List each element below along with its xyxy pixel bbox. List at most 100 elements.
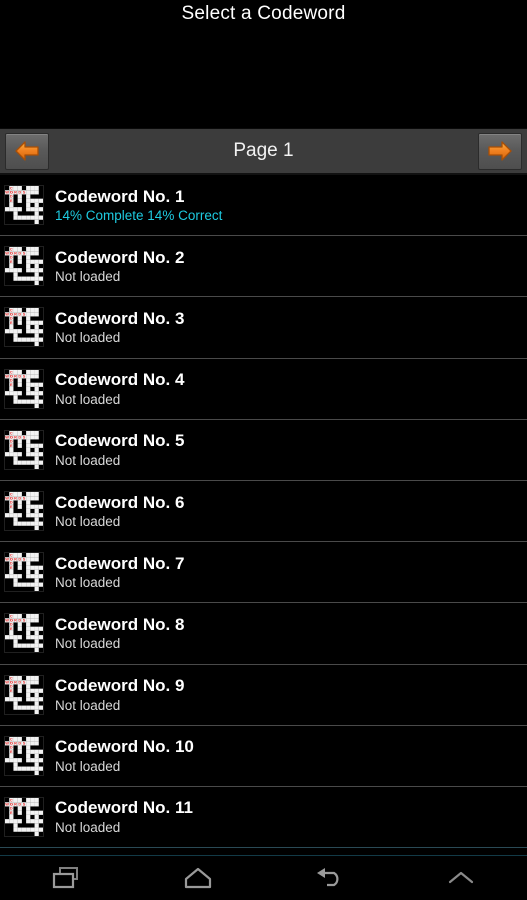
list-item-title: Codeword No. 11	[55, 798, 193, 818]
list-item[interactable]: C O D E W O R D S Codeword No. 1 14% Complete 14% …	[0, 175, 527, 237]
svg-text:E: E	[10, 626, 13, 631]
list-item-text: Codeword No. 2 Not loaded	[55, 248, 184, 285]
svg-text:S: S	[23, 251, 26, 256]
svg-text:S: S	[23, 496, 26, 501]
svg-text:E: E	[10, 198, 13, 203]
list-item-title: Codeword No. 6	[55, 492, 185, 512]
list-item[interactable]: C O D E W O R D S Codeword No. 11 Not loaded	[0, 786, 527, 849]
svg-text:D: D	[18, 557, 21, 562]
svg-text:W: W	[5, 251, 9, 256]
home-button[interactable]	[132, 856, 264, 900]
list-item-title: Codeword No. 3	[55, 308, 185, 328]
list-item[interactable]: C O D E W O R D S Codeword No. 2 Not loaded	[0, 236, 527, 298]
codeword-grid-icon: CODEWORDS	[4, 796, 44, 837]
svg-text:W: W	[5, 434, 9, 439]
codeword-grid-icon: CODEWORDS	[4, 552, 44, 593]
list-item-text: Codeword No. 1 14% Complete 14% Correct	[55, 187, 222, 224]
svg-text:E: E	[10, 443, 13, 448]
svg-text:S: S	[23, 679, 26, 684]
list-item-text: Codeword No. 4 Not loaded	[55, 370, 184, 407]
svg-text:O: O	[10, 496, 13, 501]
list-item-text: Codeword No. 6 Not loaded	[55, 493, 184, 530]
svg-text:R: R	[14, 496, 17, 501]
svg-text:S: S	[23, 312, 26, 317]
codeword-list[interactable]: C O D E W O R D S Codeword No. 1 14% Complete 14% …	[0, 175, 527, 855]
svg-text:O: O	[10, 251, 13, 256]
list-item-status: Not loaded	[55, 452, 121, 468]
svg-text:W: W	[5, 740, 9, 745]
pager-label: Page 1	[233, 140, 294, 161]
list-item[interactable]: C O D E W O R D S Codeword No. 6 Not loaded	[0, 480, 527, 543]
svg-text:D: D	[18, 434, 21, 439]
codeword-grid-icon: CODEWORDS	[4, 429, 44, 470]
svg-text:O: O	[10, 312, 13, 317]
list-item-progress: 14% Complete 14% Correct	[55, 208, 223, 224]
codeword-grid-icon: CODEWORDS	[4, 735, 44, 776]
svg-text:D: D	[18, 190, 21, 195]
list-item-title: Codeword No. 9	[55, 676, 185, 696]
list-item[interactable]: C O D E W O R D S Codeword No. 7 Not loaded	[0, 542, 527, 604]
list-item[interactable]: C O D E W O R D S Codeword No. 4 Not loaded	[0, 358, 527, 420]
list-item-status: Not loaded	[55, 758, 121, 774]
app-root: Select a Codeword Page 1 C O D E W O R D…	[0, 0, 527, 900]
codeword-grid-icon: CODEWORDS	[4, 307, 44, 348]
pager-bar: Page 1	[0, 128, 527, 175]
list-item[interactable]: C O D E W O R D S Codeword No. 8 Not loaded	[0, 603, 527, 665]
list-item-title: Codeword No. 2	[55, 247, 185, 267]
show-menu-button[interactable]	[395, 856, 527, 900]
svg-text:D: D	[18, 373, 21, 378]
android-navigation-bar	[0, 855, 527, 900]
svg-text:O: O	[10, 740, 13, 745]
svg-text:D: D	[18, 679, 21, 684]
recent-apps-button[interactable]	[0, 856, 132, 900]
svg-text:W: W	[5, 190, 9, 195]
back-icon	[313, 865, 345, 891]
page-title: Select a Codeword	[181, 3, 346, 24]
list-item-title: Codeword No. 4	[55, 370, 185, 390]
list-item-status: Not loaded	[55, 636, 121, 652]
list-item[interactable]: C O D E W O R D S Codeword No. 9 Not loaded	[0, 664, 527, 726]
svg-text:E: E	[10, 320, 13, 325]
codeword-grid-icon: CODEWORDS	[4, 613, 44, 654]
svg-text:S: S	[23, 801, 26, 806]
svg-text:D: D	[18, 801, 21, 806]
list-item-text: Codeword No. 9 Not loaded	[55, 676, 184, 713]
list-item-status: Not loaded	[55, 391, 121, 407]
back-button[interactable]	[264, 856, 396, 900]
list-item-text: Codeword No. 7 Not loaded	[55, 554, 184, 591]
svg-text:W: W	[5, 618, 9, 623]
codeword-grid-icon: CODEWORDS	[4, 674, 44, 715]
svg-text:W: W	[5, 312, 9, 317]
title-bar: Select a Codeword	[0, 0, 527, 128]
svg-text:O: O	[10, 557, 13, 562]
svg-text:O: O	[10, 434, 13, 439]
list-item-text: Codeword No. 3 Not loaded	[55, 309, 184, 346]
svg-text:R: R	[14, 740, 17, 745]
list-item[interactable]: C O D E W O R D S Codeword No. 3 Not loaded	[0, 297, 527, 359]
svg-text:R: R	[14, 679, 17, 684]
svg-text:E: E	[10, 749, 13, 754]
svg-text:W: W	[5, 496, 9, 501]
svg-text:O: O	[10, 679, 13, 684]
svg-text:S: S	[23, 373, 26, 378]
previous-page-button[interactable]	[5, 132, 49, 170]
list-item-status: Not loaded	[55, 697, 121, 713]
svg-text:W: W	[5, 557, 9, 562]
next-page-button[interactable]	[478, 132, 522, 170]
svg-text:O: O	[10, 190, 13, 195]
svg-text:D: D	[18, 496, 21, 501]
chevron-up-icon	[445, 867, 477, 889]
svg-text:D: D	[18, 740, 21, 745]
svg-text:D: D	[18, 312, 21, 317]
svg-text:E: E	[10, 565, 13, 570]
list-item-status: Not loaded	[55, 514, 121, 530]
codeword-grid-icon: CODEWORDS	[4, 368, 44, 409]
svg-text:E: E	[10, 382, 13, 387]
list-item-status: Not loaded	[55, 819, 121, 835]
svg-text:S: S	[23, 618, 26, 623]
list-item[interactable]: C O D E W O R D S Codeword No. 10 Not loaded	[0, 725, 527, 787]
svg-text:S: S	[23, 740, 26, 745]
svg-text:E: E	[10, 810, 13, 815]
list-item[interactable]: C O D E W O R D S Codeword No. 5 Not loaded	[0, 419, 527, 481]
svg-text:D: D	[18, 251, 21, 256]
